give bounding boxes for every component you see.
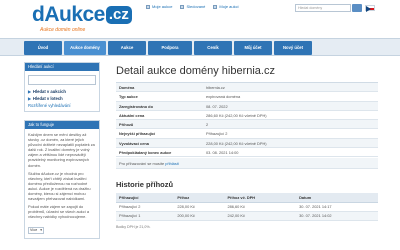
search-auctions-link[interactable]: ▶ Hledat v aukcích bbox=[25, 88, 99, 95]
table-row: Přihazující 1 200,00 Kč 242,00 Kč 30. 07… bbox=[116, 211, 378, 221]
column-header: Příhoz bbox=[174, 193, 225, 203]
info-box-heading: Jak to funguje bbox=[25, 121, 99, 129]
login-note: Pro přihazování se musíte přihlásit bbox=[116, 158, 378, 170]
detail-row: Zaregistrováno do 08. 07. 2022 bbox=[116, 101, 378, 111]
sidebar: Hledání aukcí ▶ Hledat v aukcích ▶ Hledat … bbox=[24, 62, 100, 247]
nav-new-account[interactable]: Nový účet bbox=[274, 41, 312, 55]
more-select[interactable]: Více ▾ bbox=[28, 226, 44, 234]
detail-row: Vyvolávací cena 228,00 Kč (242,00 Kč včet… bbox=[116, 138, 378, 149]
czech-flag-icon[interactable] bbox=[365, 5, 375, 12]
table-header-row: Přihazující Příhoz Příhoz vč. DPH Datum bbox=[116, 193, 378, 203]
column-header: Přihazující bbox=[116, 193, 175, 203]
top-links: Moje aukce Sledované Moje aukci bbox=[146, 4, 239, 9]
detail-row: Aktuální cena 286,60 Kč (242,00 Kč včetně… bbox=[116, 111, 378, 121]
advanced-search-link[interactable]: Rozšířené vyhledávání bbox=[25, 102, 99, 111]
header: dAukce .cz Aukce domén online Moje aukce… bbox=[0, 0, 400, 38]
sidebar-search-input[interactable] bbox=[28, 75, 96, 85]
top-link-3[interactable]: Moje aukci bbox=[213, 4, 239, 9]
history-title: Historie příhozů bbox=[116, 180, 174, 190]
search-button[interactable] bbox=[352, 4, 362, 12]
user-icon bbox=[146, 4, 150, 9]
star-icon bbox=[180, 4, 185, 9]
tagline: Aukce domén online bbox=[40, 27, 86, 33]
list-icon bbox=[213, 4, 218, 9]
detail-row: Příhozů 2 bbox=[116, 120, 378, 130]
table-row: Přihazující 2 228,00 Kč 286,60 Kč 30. 07… bbox=[116, 202, 378, 212]
detail-row: Nejvyšší přihazující Přihazující 2 bbox=[116, 129, 378, 139]
search-box-heading: Hledání aukcí bbox=[25, 63, 99, 71]
detail-row: Doména hibernia.cz bbox=[116, 83, 378, 93]
triangle-icon: ▶ bbox=[28, 90, 31, 94]
login-link[interactable]: přihlásit bbox=[165, 161, 178, 166]
chevron-down-icon: ▾ bbox=[40, 227, 42, 232]
nav-pricing[interactable]: Ceník bbox=[194, 41, 232, 55]
logo-word: dAukce bbox=[32, 3, 105, 26]
nav-domain-auction[interactable]: Aukce domény bbox=[64, 41, 106, 55]
nav-support[interactable]: Podpora bbox=[148, 41, 192, 55]
main-nav: Úvod Aukce domény Aukce Podpora Ceník Mů… bbox=[0, 38, 400, 56]
search-lots-link[interactable]: ▶ Hledat v lotech bbox=[25, 95, 99, 102]
logo[interactable]: dAukce .cz bbox=[32, 4, 132, 26]
info-box: Jak to funguje Každým dnem se mění desít… bbox=[24, 120, 100, 239]
search-input[interactable]: Hledat domény bbox=[295, 4, 351, 12]
nav-auctions[interactable]: Aukce bbox=[108, 41, 146, 55]
logo-tld: .cz bbox=[105, 6, 132, 24]
triangle-icon: ▶ bbox=[28, 97, 31, 101]
detail-row: Typ aukce expirovaná doména bbox=[116, 92, 378, 102]
column-header: Datum bbox=[296, 193, 378, 203]
vat-note: Bodky DPH je 21,0%. bbox=[116, 224, 151, 229]
detail-table: Doména hibernia.cz Typ aukce expirovaná do… bbox=[116, 82, 378, 158]
info-text: Každým dnem se mění desítky až stovky .c… bbox=[28, 132, 95, 220]
search-box: Hledání aukcí ▶ Hledat v aukcích ▶ Hledat … bbox=[24, 62, 100, 112]
page-title: Detail aukce domény hibernia.cz bbox=[116, 65, 275, 77]
bid-history-table: Přihazující Příhoz Příhoz vč. DPH Datum … bbox=[116, 193, 378, 221]
nav-my-account[interactable]: Můj účet bbox=[234, 41, 272, 55]
column-header: Příhoz vč. DPH bbox=[224, 193, 297, 203]
main-content: Detail aukce domény hibernia.cz Doména hi… bbox=[116, 62, 378, 229]
nav-home[interactable]: Úvod bbox=[24, 41, 62, 55]
detail-row: Předpokládaný konec aukce 03. 08. 2021 14… bbox=[116, 148, 378, 158]
top-link-1[interactable]: Moje aukce bbox=[146, 4, 172, 9]
top-link-2[interactable]: Sledované bbox=[180, 4, 205, 9]
